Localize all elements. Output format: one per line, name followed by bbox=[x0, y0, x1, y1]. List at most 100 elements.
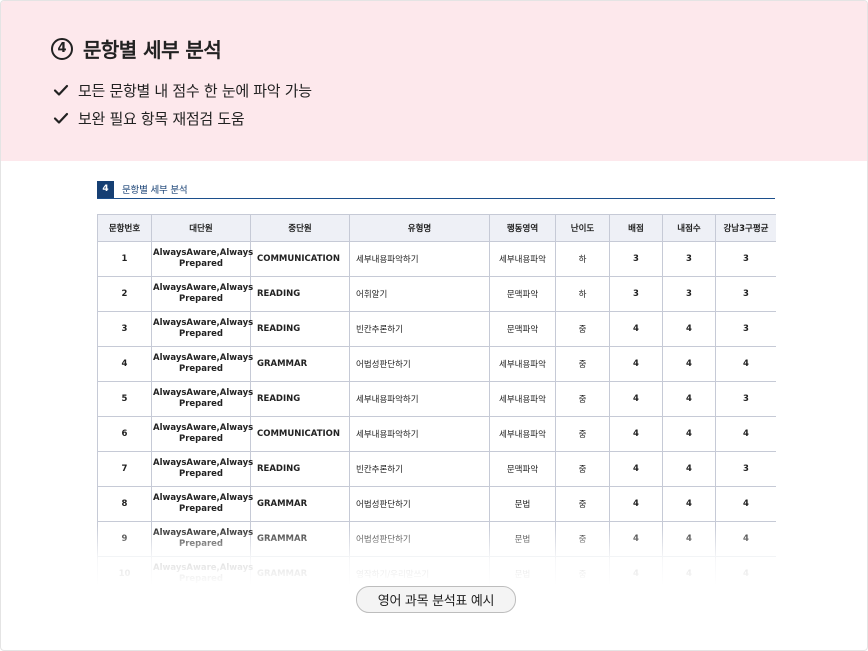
table-row: 7 AlwaysAware,Always Prepared READING 빈칸추론하… bbox=[97, 451, 776, 487]
feature-bullets: 모든 문항별 내 점수 한 눈에 파악 가능 보완 필요 항목 재점검 도움 bbox=[53, 76, 312, 132]
cell-number: 5 bbox=[97, 381, 152, 417]
feature-header: 4 문항별 세부 분석 모든 문항별 내 점수 한 눈에 파악 가능 보완 필요… bbox=[1, 1, 867, 161]
cell-number: 9 bbox=[97, 521, 152, 557]
cell-gangnam-avg: 3 bbox=[715, 276, 776, 312]
table-row: 9 AlwaysAware,Always Prepared GRAMMAR 어법성판단… bbox=[97, 521, 776, 557]
bullet-text: 모든 문항별 내 점수 한 눈에 파악 가능 bbox=[78, 81, 312, 100]
cell-sub-unit: GRAMMAR bbox=[250, 486, 350, 522]
cell-major-unit: AlwaysAware,Always Prepared bbox=[151, 451, 253, 487]
bullet-item: 보완 필요 항목 재점검 도움 bbox=[53, 104, 312, 132]
cell-behavior: 문법 bbox=[489, 521, 556, 557]
cell-my-score: 4 bbox=[662, 416, 716, 452]
cell-major-unit: AlwaysAware,Always Prepared bbox=[151, 556, 253, 584]
circled-number: 4 bbox=[51, 37, 73, 60]
cell-my-score: 4 bbox=[662, 556, 716, 584]
cell-points: 4 bbox=[609, 556, 663, 584]
cell-gangnam-avg: 3 bbox=[715, 381, 776, 417]
cell-major-unit: AlwaysAware,Always Prepared bbox=[151, 311, 253, 347]
cell-type: 어휘알기 bbox=[349, 276, 490, 312]
cell-my-score: 3 bbox=[662, 241, 716, 277]
column-header-number: 문항번호 bbox=[97, 214, 152, 242]
cell-my-score: 4 bbox=[662, 451, 716, 487]
section-title-bar: 4 문항별 세부 분석 bbox=[97, 180, 775, 199]
feature-title: 4 문항별 세부 분석 bbox=[51, 34, 222, 63]
cell-difficulty: 중 bbox=[555, 521, 610, 557]
cell-my-score: 3 bbox=[662, 276, 716, 312]
cell-major-unit: AlwaysAware,Always Prepared bbox=[151, 416, 253, 452]
cell-sub-unit: READING bbox=[250, 451, 350, 487]
cell-gangnam-avg: 4 bbox=[715, 556, 776, 584]
cell-behavior: 문맥파악 bbox=[489, 451, 556, 487]
cell-my-score: 4 bbox=[662, 311, 716, 347]
cell-sub-unit: COMMUNICATION bbox=[250, 416, 350, 452]
column-header-difficulty: 난이도 bbox=[555, 214, 610, 242]
cell-major-unit: AlwaysAware,Always Prepared bbox=[151, 381, 253, 417]
cell-points: 3 bbox=[609, 276, 663, 312]
cell-type: 어법성판단하기 bbox=[349, 521, 490, 557]
cell-type: 빈칸추론하기 bbox=[349, 451, 490, 487]
cell-points: 4 bbox=[609, 416, 663, 452]
cell-number: 1 bbox=[97, 241, 152, 277]
cell-sub-unit: READING bbox=[250, 381, 350, 417]
cell-difficulty: 하 bbox=[555, 276, 610, 312]
table-row: 2 AlwaysAware,Always Prepared READING 어휘알기 문… bbox=[97, 276, 776, 312]
cell-type: 영작하기/우리말쓰기 bbox=[349, 556, 490, 584]
cell-gangnam-avg: 3 bbox=[715, 451, 776, 487]
cell-type: 세부내용파악하기 bbox=[349, 381, 490, 417]
table-header-row: 문항번호 대단원 중단원 유형명 행동영역 난이도 배점 내점수 강남3구평균 bbox=[97, 214, 776, 242]
cell-difficulty: 중 bbox=[555, 556, 610, 584]
cell-type: 빈칸추론하기 bbox=[349, 311, 490, 347]
cell-gangnam-avg: 3 bbox=[715, 311, 776, 347]
cell-points: 4 bbox=[609, 381, 663, 417]
cell-points: 4 bbox=[609, 521, 663, 557]
table-row: 4 AlwaysAware,Always Prepared GRAMMAR 어법성판단… bbox=[97, 346, 776, 382]
cell-major-unit: AlwaysAware,Always Prepared bbox=[151, 346, 253, 382]
cell-number: 7 bbox=[97, 451, 152, 487]
cell-sub-unit: READING bbox=[250, 311, 350, 347]
table-row: 5 AlwaysAware,Always Prepared READING 세부내용파… bbox=[97, 381, 776, 417]
cell-my-score: 4 bbox=[662, 486, 716, 522]
cell-major-unit: AlwaysAware,Always Prepared bbox=[151, 241, 253, 277]
column-header-behavior: 행동영역 bbox=[489, 214, 556, 242]
cell-points: 4 bbox=[609, 486, 663, 522]
section-title: 문항별 세부 분석 bbox=[122, 185, 188, 196]
column-header-gangnam-avg: 강남3구평균 bbox=[715, 214, 776, 242]
content-card: 4 문항별 세부 분석 모든 문항별 내 점수 한 눈에 파악 가능 보완 필요… bbox=[0, 0, 868, 651]
cell-behavior: 문법 bbox=[489, 486, 556, 522]
checkmark-icon bbox=[53, 112, 69, 124]
cell-points: 4 bbox=[609, 346, 663, 382]
cell-difficulty: 중 bbox=[555, 346, 610, 382]
column-header-sub-unit: 중단원 bbox=[250, 214, 350, 242]
cell-behavior: 세부내용파악 bbox=[489, 381, 556, 417]
cell-type: 어법성판단하기 bbox=[349, 486, 490, 522]
cell-major-unit: AlwaysAware,Always Prepared bbox=[151, 276, 253, 312]
cell-number: 6 bbox=[97, 416, 152, 452]
cell-sub-unit: GRAMMAR bbox=[250, 346, 350, 382]
cell-sub-unit: READING bbox=[250, 276, 350, 312]
cell-points: 4 bbox=[609, 451, 663, 487]
column-header-my-score: 내점수 bbox=[662, 214, 716, 242]
cell-behavior: 문법 bbox=[489, 556, 556, 584]
cell-major-unit: AlwaysAware,Always Prepared bbox=[151, 486, 253, 522]
column-header-major-unit: 대단원 bbox=[151, 214, 251, 242]
cell-difficulty: 중 bbox=[555, 416, 610, 452]
cell-difficulty: 하 bbox=[555, 241, 610, 277]
cell-sub-unit: GRAMMAR bbox=[250, 556, 350, 584]
cell-gangnam-avg: 4 bbox=[715, 416, 776, 452]
cell-number: 8 bbox=[97, 486, 152, 522]
table-body: 1 AlwaysAware,Always Prepared COMMUNICATIO… bbox=[97, 241, 776, 584]
bullet-text: 보완 필요 항목 재점검 도움 bbox=[78, 109, 245, 128]
cell-gangnam-avg: 4 bbox=[715, 346, 776, 382]
cell-points: 3 bbox=[609, 241, 663, 277]
cell-difficulty: 중 bbox=[555, 381, 610, 417]
cell-major-unit: AlwaysAware,Always Prepared bbox=[151, 521, 253, 557]
cell-difficulty: 중 bbox=[555, 486, 610, 522]
cell-difficulty: 중 bbox=[555, 451, 610, 487]
cell-behavior: 세부내용파악 bbox=[489, 346, 556, 382]
cell-type: 세부내용파악하기 bbox=[349, 416, 490, 452]
table-row: 1 AlwaysAware,Always Prepared COMMUNICATIO… bbox=[97, 241, 776, 277]
column-header-points: 배점 bbox=[609, 214, 663, 242]
table-row: 6 AlwaysAware,Always Prepared COMMUNICATIO… bbox=[97, 416, 776, 452]
cell-sub-unit: COMMUNICATION bbox=[250, 241, 350, 277]
cell-gangnam-avg: 4 bbox=[715, 521, 776, 557]
